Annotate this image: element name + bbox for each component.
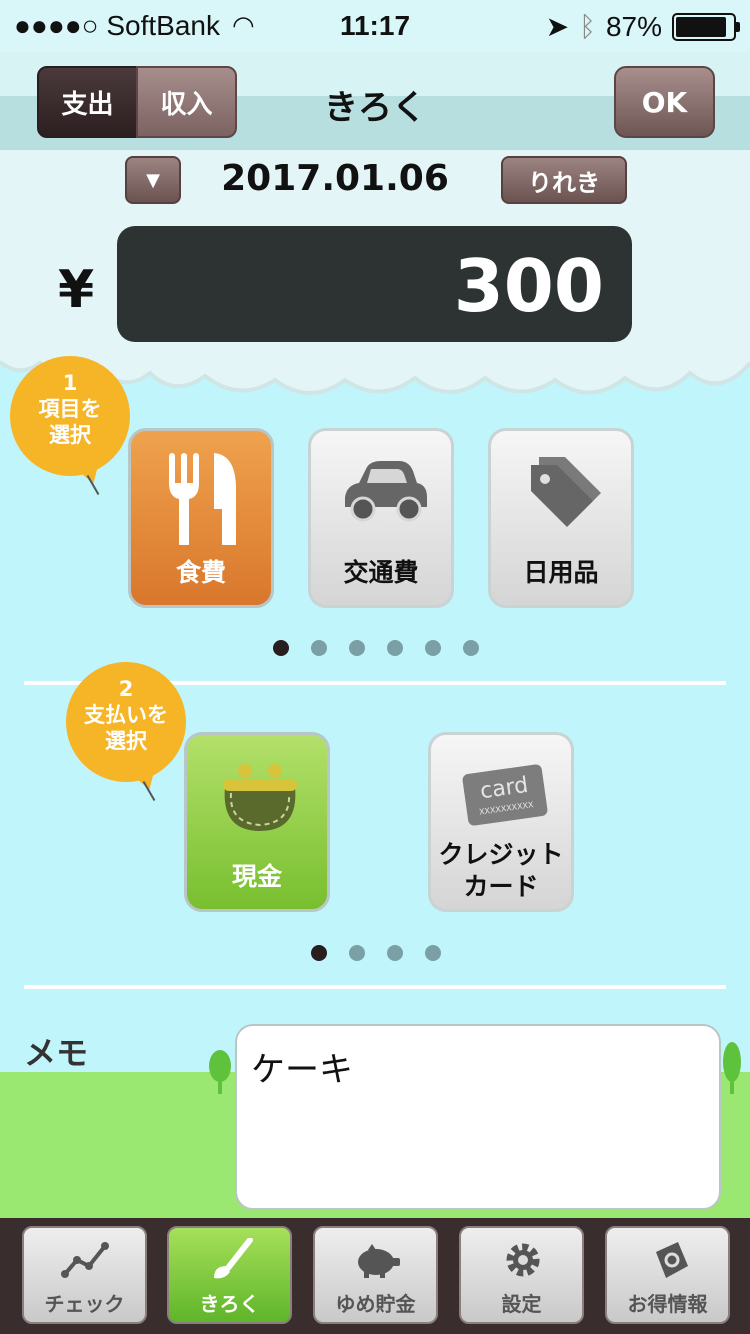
tab-settings[interactable]: 設定 [459,1226,584,1324]
category-label: 食費 [175,558,226,587]
status-right: ➤ ᛒ 87% [545,10,740,43]
currency-symbol: ¥ [58,260,95,320]
step2-number: 2 [118,677,134,701]
page-dot[interactable] [349,945,365,961]
tab-record[interactable]: きろく [167,1226,292,1324]
step2-line1: 支払いを [84,703,168,727]
page-dot[interactable] [311,640,327,656]
date-dropdown-button[interactable]: ▼ [125,156,181,204]
step2-bubble: 2 支払いを 選択 [66,662,186,782]
divider [24,985,726,989]
page-dot[interactable] [349,640,365,656]
history-button[interactable]: りれき [501,156,627,204]
step1-bubble: 1 項目を 選択 [10,356,130,476]
card-icon: card XXXXXXXXXX [462,764,548,826]
tab-dream-savings[interactable]: ゆめ貯金 [313,1226,438,1324]
step1-number: 1 [62,371,78,395]
gear-icon [506,1243,540,1277]
page-dot[interactable] [387,945,403,961]
tab-check[interactable]: チェック [22,1226,147,1324]
tree-icon [723,1042,741,1094]
battery-icon [672,12,740,41]
page-dot[interactable] [425,945,441,961]
brush-icon [214,1238,253,1279]
page-dot[interactable] [463,640,479,656]
page-dot[interactable] [311,945,327,961]
battery-percent: 87% [605,10,662,42]
date-value[interactable]: 2017.01.06 [200,158,470,199]
tab-label: ゆめ貯金 [335,1292,416,1316]
step1-line1: 項目を [38,397,102,421]
memo-label: メモ [24,1034,89,1072]
fork-knife-icon [169,453,236,545]
category-page-indicator[interactable] [273,640,479,656]
nav-bar: 支出 収入 きろく OK [0,52,750,150]
tab-label: チェック [44,1292,125,1316]
payment-page-indicator[interactable] [311,945,441,961]
payment-label-line2: カード [463,872,539,901]
tab-label: お得情報 [627,1292,708,1316]
tree-icon [209,1050,231,1094]
tab-label: きろく [199,1292,260,1316]
page-dot[interactable] [387,640,403,656]
page-dot[interactable] [273,640,289,656]
tag-icon [531,457,601,527]
tab-bar: チェック きろく ゆめ貯金 設定 お得情報 [0,1218,750,1334]
step2-line2: 選択 [105,729,147,753]
bluetooth-icon: ᛒ [579,10,596,42]
payment-credit-card[interactable]: card XXXXXXXXXX クレジット カード [428,732,574,912]
memo-input[interactable]: ケーキ [235,1024,721,1210]
payment-label-line1: クレジット [438,840,564,869]
payment-cash[interactable]: 現金 [184,732,330,912]
location-arrow-icon: ➤ [545,11,570,42]
category-transport[interactable]: 交通費 [308,428,454,608]
tab-deals[interactable]: お得情報 [605,1226,730,1324]
page-dot[interactable] [425,640,441,656]
car-icon [345,461,427,522]
piggy-bank-icon [358,1244,400,1278]
category-food[interactable]: 食費 [128,428,274,608]
tab-label: 設定 [501,1292,542,1316]
triangle-down-icon: ▼ [146,169,160,191]
amount-value: 300 [453,244,604,328]
payment-label: クレジット カード [431,839,571,903]
ok-button[interactable]: OK [614,66,715,138]
category-daily-goods[interactable]: 日用品 [488,428,634,608]
chart-line-icon [61,1242,109,1278]
purse-icon [223,764,297,831]
amount-field[interactable]: 300 [117,226,632,342]
category-label: 日用品 [523,558,599,587]
step1-line2: 選択 [49,423,91,447]
payment-label: 現金 [231,862,282,891]
coupon-bag-icon [656,1242,688,1278]
category-label: 交通費 [343,558,419,587]
status-bar: ●●●●○ SoftBank ◠ 11:17 ➤ ᛒ 87% [0,0,750,52]
